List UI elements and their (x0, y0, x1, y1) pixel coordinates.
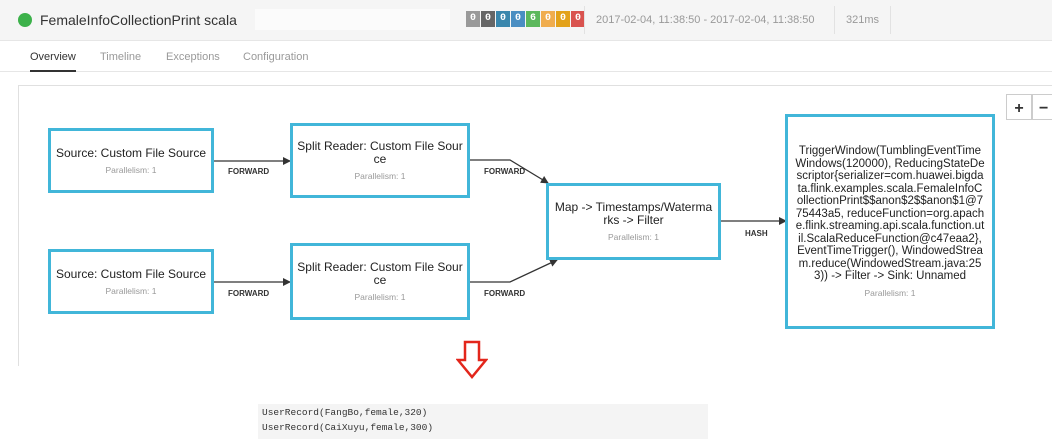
edge-label-forward-3: FORWARD (484, 167, 525, 176)
console-output: UserRecord(FangBo,female,320) UserRecord… (258, 404, 708, 439)
plan-node-source-2[interactable]: Source: Custom File Source Parallelism: … (48, 249, 214, 314)
node-parallelism: Parallelism: 1 (864, 287, 916, 298)
edge-label-forward-1: FORWARD (228, 167, 269, 176)
edge-label-forward-4: FORWARD (484, 289, 525, 298)
edge-split2-map (469, 259, 558, 283)
node-parallelism: Parallelism: 1 (607, 232, 660, 242)
node-title: Map -> Timestamps/Watermarks -> Filter (554, 200, 713, 227)
plan-node-map[interactable]: Map -> Timestamps/Watermarks -> Filter P… (546, 183, 721, 260)
output-line: UserRecord(CaiXuyu,female,300) (262, 422, 434, 433)
edge-label-forward-2: FORWARD (228, 289, 269, 298)
node-title: Source: Custom File Source (55, 266, 207, 281)
node-title: Split Reader: Custom File Source (297, 139, 463, 166)
node-parallelism: Parallelism: 1 (105, 285, 157, 296)
plan-node-split-reader-1[interactable]: Split Reader: Custom File Source Paralle… (290, 123, 470, 198)
node-parallelism: Parallelism: 1 (105, 164, 157, 175)
node-parallelism: Parallelism: 1 (354, 171, 406, 181)
node-title: Split Reader: Custom File Source (297, 260, 463, 287)
down-arrow-icon (456, 340, 488, 379)
node-title: Source: Custom File Source (55, 145, 207, 160)
plan-node-split-reader-2[interactable]: Split Reader: Custom File Source Paralle… (290, 243, 470, 320)
plan-node-window-sink[interactable]: TriggerWindow(TumblingEventTimeWindows(1… (785, 114, 995, 329)
node-parallelism: Parallelism: 1 (354, 292, 406, 302)
edge-label-hash: HASH (745, 229, 768, 238)
node-title: TriggerWindow(TumblingEventTimeWindows(1… (795, 145, 985, 283)
plan-node-source-1[interactable]: Source: Custom File Source Parallelism: … (48, 128, 214, 193)
output-line: UserRecord(FangBo,female,320) (262, 407, 428, 418)
